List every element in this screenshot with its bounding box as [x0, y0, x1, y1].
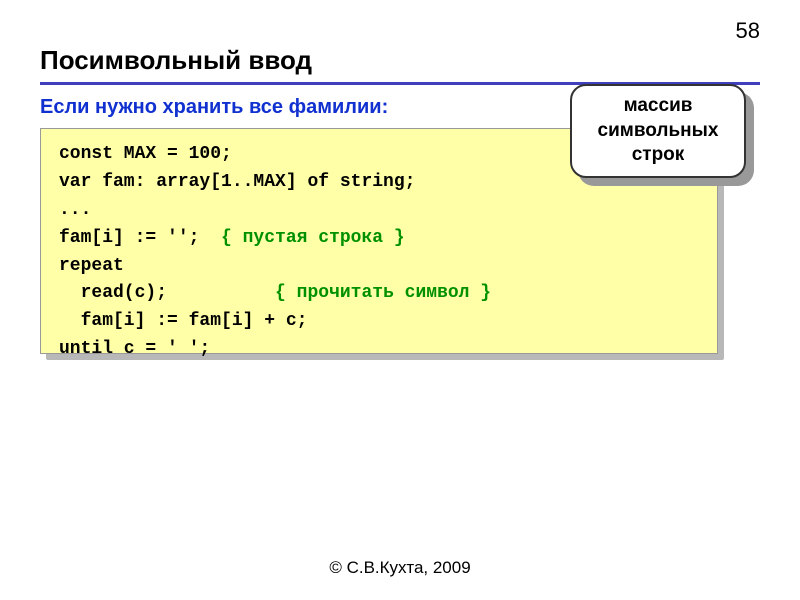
code-line: read(c); — [59, 283, 275, 303]
callout-text: массив символьных строк — [578, 94, 738, 168]
code-line: repeat — [59, 256, 124, 276]
code-line: fam[i] := fam[i] + c; — [59, 311, 307, 331]
code-comment: { прочитать символ } — [275, 283, 491, 303]
code-line: until c = ' '; — [59, 339, 210, 359]
callout-box: массив символьных строк — [570, 84, 746, 178]
footer-copyright: © С.В.Кухта, 2009 — [0, 558, 800, 578]
code-line: fam[i] := ''; — [59, 228, 221, 248]
code-line: const MAX = 100; — [59, 144, 232, 164]
code-line: ... — [59, 200, 91, 220]
code-comment: { пустая строка } — [221, 228, 405, 248]
subtitle: Если нужно хранить все фамилии: — [40, 96, 388, 119]
slide-title: Посимвольный ввод — [40, 45, 312, 76]
page-number: 58 — [736, 18, 760, 44]
code-line: var fam: array[1..MAX] of string; — [59, 172, 415, 192]
